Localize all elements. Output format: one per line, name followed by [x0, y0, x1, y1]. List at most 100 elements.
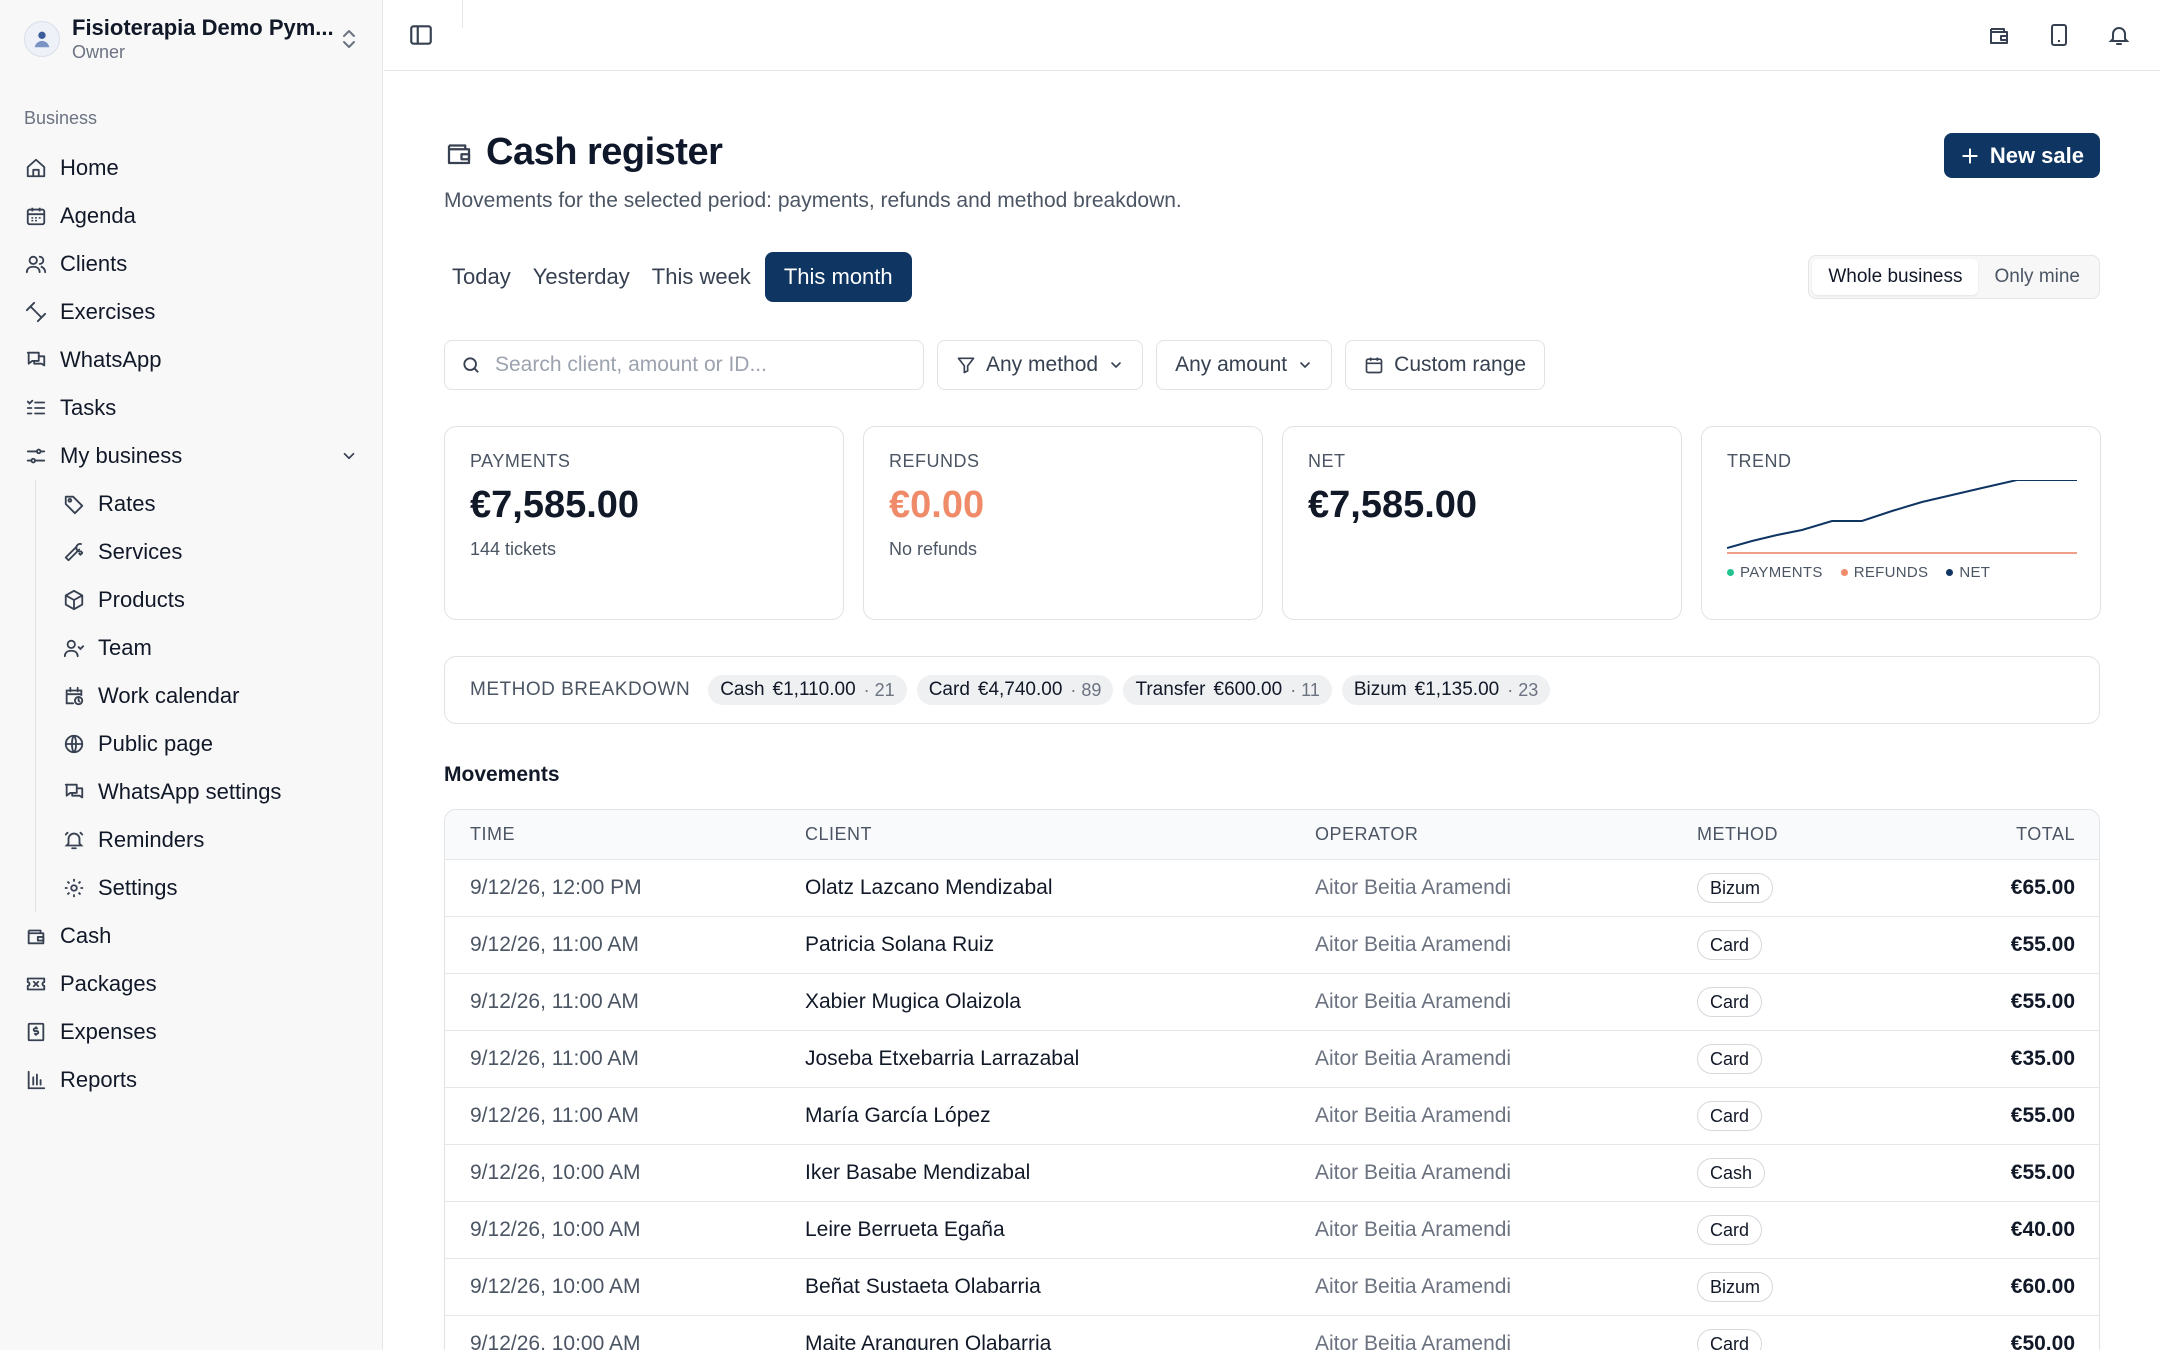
- cell-operator: Aitor Beitia Aramendi: [1315, 876, 1512, 899]
- sidebar-item-label: Rates: [98, 491, 156, 516]
- sidebar-item-label: Packages: [60, 971, 157, 996]
- chip-count: · 21: [863, 679, 895, 700]
- sidebar-nav: Home Agenda Clients Exercises WhatsApp T…: [12, 144, 370, 1104]
- cell-method: Bizum: [1697, 1272, 1897, 1302]
- sidebar-item-whatsapp[interactable]: WhatsApp: [12, 336, 370, 384]
- cell-client: Maite Aranguren Olabarria: [805, 1332, 1052, 1350]
- cell-client: Iker Basabe Mendizabal: [805, 1161, 1031, 1184]
- tablet-icon[interactable]: [2044, 20, 2074, 50]
- col-operator[interactable]: OPERATOR: [1315, 824, 1697, 845]
- tab-yesterday[interactable]: Yesterday: [525, 252, 638, 302]
- chip-method: Cash: [720, 679, 765, 700]
- col-method[interactable]: METHOD: [1697, 824, 1897, 845]
- tab-this-week[interactable]: This week: [644, 252, 759, 302]
- table-row[interactable]: 9/12/26, 10:00 AM Leire Berrueta Egaña Ait…: [445, 1202, 2099, 1259]
- bar-chart-icon: [24, 1068, 48, 1092]
- sidebar-item-agenda[interactable]: Agenda: [12, 192, 370, 240]
- ticket-icon: [24, 972, 48, 996]
- sidebar-item-services[interactable]: Services: [50, 528, 370, 576]
- calendar-icon: [24, 204, 48, 228]
- sidebar-item-exercises[interactable]: Exercises: [12, 288, 370, 336]
- chevron-down-icon[interactable]: [340, 447, 358, 465]
- table-row[interactable]: 9/12/26, 11:00 AM María García López Aitor…: [445, 1088, 2099, 1145]
- trend-legend: PAYMENTS REFUNDS NET: [1727, 564, 2075, 581]
- chip-amount: €4,740.00: [977, 679, 1063, 700]
- col-client[interactable]: CLIENT: [805, 824, 1315, 845]
- chip-count: · 89: [1070, 679, 1102, 700]
- sidebar-item-tasks[interactable]: Tasks: [12, 384, 370, 432]
- cell-time: 9/12/26, 11:00 AM: [470, 1047, 639, 1070]
- table-row[interactable]: 9/12/26, 10:00 AM Beñat Sustaeta Olabarri…: [445, 1259, 2099, 1316]
- sidebar-toggle-icon[interactable]: [408, 22, 436, 50]
- cell-method: Card: [1697, 1101, 1897, 1131]
- sidebar-item-label: Settings: [98, 875, 178, 900]
- sidebar-item-whatsapp-settings[interactable]: WhatsApp settings: [50, 768, 370, 816]
- cell-operator: Aitor Beitia Aramendi: [1315, 1161, 1512, 1184]
- sidebar-item-rates[interactable]: Rates: [50, 480, 370, 528]
- search-input[interactable]: [495, 353, 875, 377]
- method-filter-label: Any method: [986, 353, 1099, 376]
- sidebar-item-packages[interactable]: Packages: [12, 960, 370, 1008]
- table-row[interactable]: 9/12/26, 10:00 AM Maite Aranguren Olabarr…: [445, 1316, 2099, 1350]
- table-row[interactable]: 9/12/26, 11:00 AM Xabier Mugica Olaizola A…: [445, 974, 2099, 1031]
- net-label: NET: [1308, 451, 1346, 471]
- legend-payments-label: PAYMENTS: [1740, 564, 1823, 581]
- wrench-icon: [62, 540, 86, 564]
- sidebar-item-my-business[interactable]: My business: [12, 432, 370, 480]
- method-chip-cash: Cash €1,110.00 · 21: [708, 675, 907, 705]
- filter-icon: [956, 355, 976, 375]
- sidebar-item-label: WhatsApp settings: [98, 779, 282, 804]
- table-row[interactable]: 9/12/26, 12:00 PM Olatz Lazcano Mendizaba…: [445, 860, 2099, 917]
- new-sale-button[interactable]: New sale: [1943, 133, 2100, 178]
- sidebar-item-label: Expenses: [60, 1019, 157, 1044]
- cell-operator: Aitor Beitia Aramendi: [1315, 1275, 1512, 1298]
- sidebar-item-expenses[interactable]: Expenses: [12, 1008, 370, 1056]
- team-icon: [62, 636, 86, 660]
- cell-client: María García López: [805, 1104, 991, 1127]
- sidebar-item-reminders[interactable]: Reminders: [50, 816, 370, 864]
- sidebar-item-clients[interactable]: Clients: [12, 240, 370, 288]
- org-switcher[interactable]: Fisioterapia Demo Pym... Owner: [24, 14, 364, 64]
- sidebar-item-home[interactable]: Home: [12, 144, 370, 192]
- legend-refunds: REFUNDS: [1840, 564, 1929, 581]
- cell-time: 9/12/26, 11:00 AM: [470, 933, 639, 956]
- cell-total: €65.00: [2010, 876, 2075, 899]
- sidebar-item-cash[interactable]: Cash: [12, 912, 370, 960]
- cell-total: €40.00: [2010, 1218, 2075, 1241]
- amount-filter[interactable]: Any amount: [1156, 340, 1333, 390]
- custom-range-button[interactable]: Custom range: [1345, 340, 1546, 390]
- chip-count: · 23: [1507, 679, 1539, 700]
- search-box[interactable]: [444, 340, 924, 390]
- table-row[interactable]: 9/12/26, 11:00 AM Joseba Etxebarria Larra…: [445, 1031, 2099, 1088]
- cell-time: 9/12/26, 10:00 AM: [470, 1161, 641, 1184]
- chevron-up-down-icon[interactable]: [334, 24, 364, 54]
- method-badge: Cash: [1697, 1158, 1766, 1188]
- sidebar-item-label: Home: [60, 155, 119, 180]
- table-row[interactable]: 9/12/26, 11:00 AM Patricia Solana Ruiz Ait…: [445, 917, 2099, 974]
- table-row[interactable]: 9/12/26, 10:00 AM Iker Basabe Mendizabal A…: [445, 1145, 2099, 1202]
- sidebar-item-team[interactable]: Team: [50, 624, 370, 672]
- sidebar-item-products[interactable]: Products: [50, 576, 370, 624]
- tab-today[interactable]: Today: [444, 252, 519, 302]
- sidebar-item-reports[interactable]: Reports: [12, 1056, 370, 1104]
- net-card: NET €7,585.00: [1282, 426, 1682, 620]
- sidebar-item-settings[interactable]: Settings: [50, 864, 370, 912]
- sidebar-item-work-calendar[interactable]: Work calendar: [50, 672, 370, 720]
- scope-only-mine[interactable]: Only mine: [1978, 259, 2096, 295]
- cell-client: Leire Berrueta Egaña: [805, 1218, 1005, 1241]
- scope-whole-business[interactable]: Whole business: [1812, 259, 1979, 295]
- sidebar-subnav-my-business: Rates Services Products Team Work calend…: [35, 480, 370, 912]
- globe-icon: [62, 732, 86, 756]
- bell-icon[interactable]: [2104, 20, 2134, 50]
- tab-this-month[interactable]: This month: [764, 252, 912, 302]
- col-time[interactable]: TIME: [445, 824, 805, 845]
- net-value: €7,585.00: [1308, 484, 1478, 526]
- col-total[interactable]: TOTAL: [1897, 824, 2099, 845]
- wallet-icon[interactable]: [1984, 20, 2014, 50]
- scope-toggle: Whole business Only mine: [1808, 255, 2100, 299]
- org-name: Fisioterapia Demo Pym...: [72, 15, 334, 40]
- method-filter[interactable]: Any method: [937, 340, 1144, 390]
- topbar-divider: [462, 0, 463, 28]
- sidebar-item-label: Team: [98, 635, 152, 660]
- sidebar-item-public-page[interactable]: Public page: [50, 720, 370, 768]
